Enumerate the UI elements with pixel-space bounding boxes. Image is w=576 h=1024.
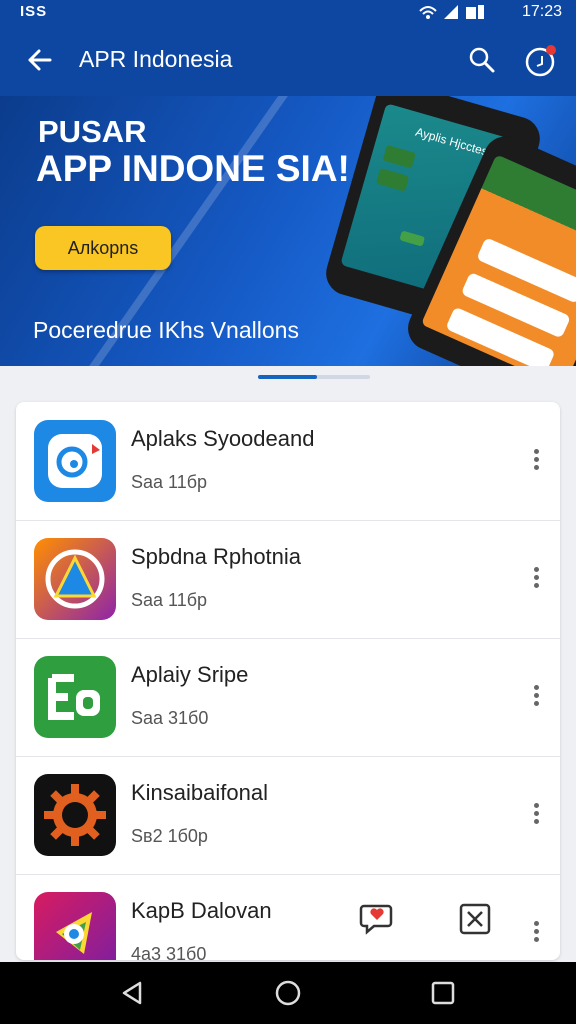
app-meta: Saа 11бp	[131, 472, 208, 492]
app-meta: 4а3 31б0	[131, 944, 207, 960]
app-name: Kinsaibaifonal	[131, 780, 268, 805]
app-name: Spbdna Rphotnia	[131, 544, 302, 569]
app-meta: Saа 11бp	[131, 590, 208, 610]
carrier-label: ISS	[20, 3, 48, 20]
signal-icons	[418, 3, 488, 25]
phone-screen-title: Ayplis Hjcctes	[413, 124, 490, 159]
carousel-indicator-active	[258, 375, 317, 379]
app-name: KapB Dalovan	[131, 898, 272, 923]
page-title: APR Indonesia	[79, 46, 233, 72]
app-name: Aplaks Syoodeand	[131, 426, 315, 451]
app-meta: Sв2 1б0p	[131, 826, 208, 846]
status-bar: ISS 17:23	[0, 0, 576, 24]
list-item[interactable]: Spbdna Rphotnia Saа 11бp	[16, 520, 560, 639]
more-options-icon[interactable]	[524, 918, 548, 948]
more-options-icon[interactable]	[524, 682, 548, 712]
orange-gear-icon	[34, 774, 116, 856]
clock: 17:23	[521, 3, 562, 20]
app-list: Aplaks Syoodeand Saа 11бp Spbdna Rphotni…	[16, 402, 560, 960]
more-options-icon[interactable]	[524, 446, 548, 476]
green-eb-icon	[34, 656, 116, 738]
promo-banner[interactable]: Ayplis Hjcctes PUSAR APP INDONE SIA! Aлk…	[0, 96, 576, 366]
colorful-logo-icon	[34, 892, 116, 960]
back-triangle-icon[interactable]	[118, 978, 148, 1008]
blue-cloud-icon	[34, 420, 116, 502]
recents-square-icon[interactable]	[428, 978, 458, 1008]
close-icon[interactable]	[459, 903, 491, 935]
more-options-icon[interactable]	[524, 800, 548, 830]
triangle-ring-icon	[34, 538, 116, 620]
banner-cta-button[interactable]: Aлkopns	[35, 226, 171, 270]
list-item[interactable]: KapB Dalovan 4а3 31б0	[16, 874, 560, 960]
system-nav-bar	[0, 962, 576, 1024]
notification-icon[interactable]	[522, 42, 560, 80]
back-arrow-icon[interactable]	[22, 42, 58, 78]
app-bar: APR Indonesia	[0, 24, 576, 96]
chat-heart-icon[interactable]	[358, 898, 396, 936]
more-options-icon[interactable]	[524, 564, 548, 594]
list-item[interactable]: Kinsaibaifonal Sв2 1б0p	[16, 756, 560, 875]
banner-kicker: PUSAR	[38, 114, 147, 149]
list-item[interactable]: Aplaiy Sripе Saa 31б0	[16, 638, 560, 757]
app-meta: Saa 31б0	[131, 708, 209, 728]
list-item[interactable]: Aplaks Syoodeand Saа 11бp	[16, 402, 560, 521]
home-circle-icon[interactable]	[273, 978, 303, 1008]
app-name: Aplaiy Sripе	[131, 662, 249, 687]
search-icon[interactable]	[466, 44, 498, 76]
banner-headline: APP INDONE SIA!	[36, 148, 350, 189]
banner-caption: Poceredrue IKhs Vnallons	[33, 317, 299, 343]
